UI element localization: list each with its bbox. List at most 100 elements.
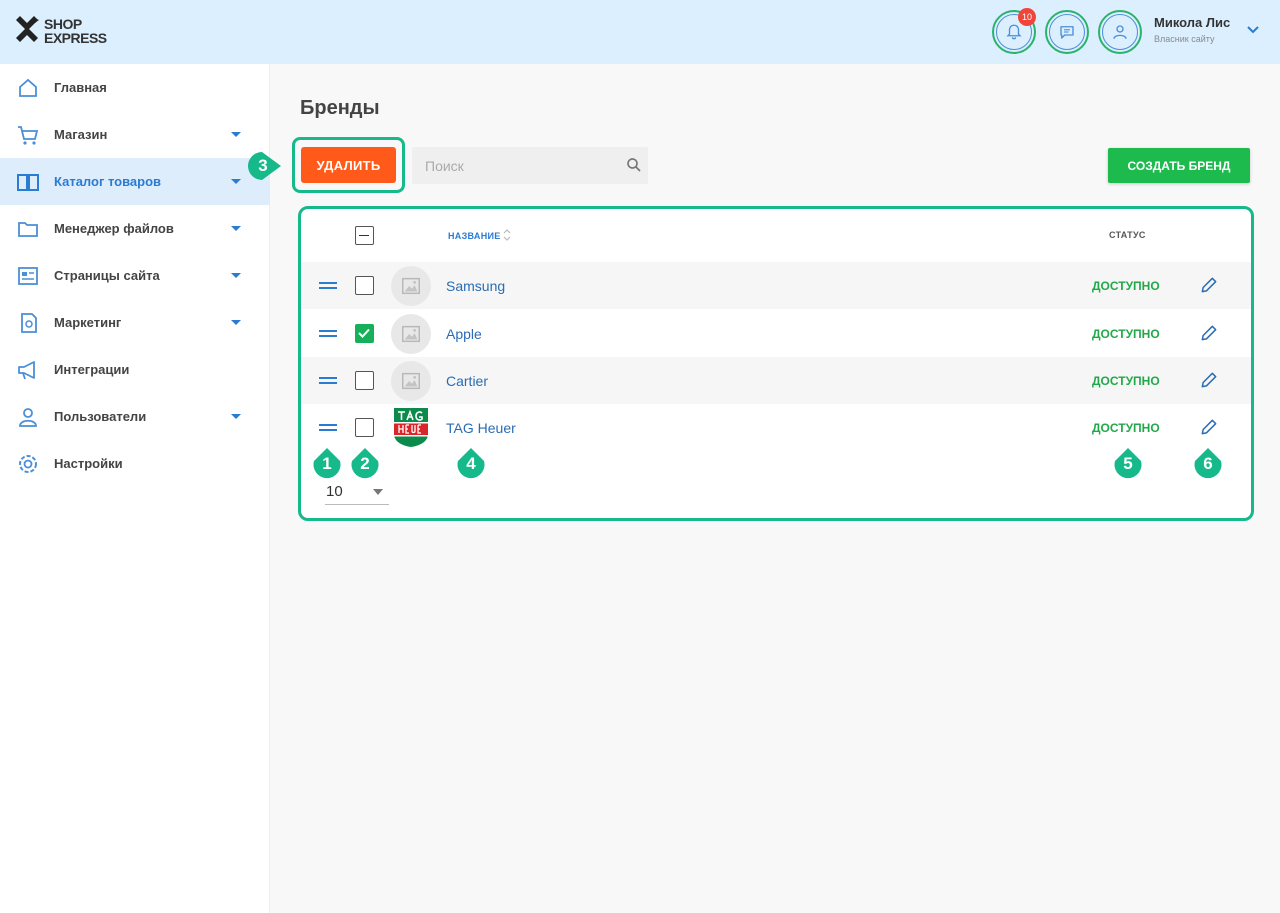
- search-input[interactable]: [412, 147, 648, 184]
- logo-mark-icon: [16, 16, 39, 42]
- sidebar-item-label: Менеджер файлов: [54, 221, 174, 236]
- row-checkbox[interactable]: [355, 324, 374, 343]
- brand-logo: [391, 314, 431, 354]
- annotation-label-2: 2: [360, 454, 370, 473]
- annotation-label-5: 5: [1123, 454, 1133, 473]
- status-badge: ДОСТУПНО: [1092, 327, 1160, 341]
- sidebar-item-label: Маркетинг: [54, 315, 122, 330]
- chevron-down-icon[interactable]: [230, 319, 242, 327]
- users-icon: [19, 408, 37, 427]
- drag-handle-icon[interactable]: [319, 377, 337, 384]
- pages-icon: [18, 267, 38, 285]
- sidebar-item-shop[interactable]: Магазин: [0, 111, 270, 158]
- table-row: TAG Heuer ДОСТУПНО: [301, 404, 1251, 451]
- sidebar-item-marketing[interactable]: Маркетинг: [0, 299, 270, 346]
- column-header-status: СТАТУС: [1109, 230, 1146, 240]
- image-placeholder-icon: [402, 372, 420, 390]
- logo-text: SHOP EXPRESS: [44, 17, 107, 45]
- page-title: Бренды: [300, 97, 380, 119]
- delete-button[interactable]: УДАЛИТЬ: [301, 147, 396, 183]
- checkmark-icon: [358, 328, 370, 338]
- cart-icon: [18, 126, 39, 145]
- edit-pencil-icon[interactable]: [1199, 370, 1219, 390]
- sidebar-item-label: Интеграции: [54, 362, 130, 377]
- home-icon: [19, 78, 37, 97]
- chevron-down-icon[interactable]: [230, 413, 242, 421]
- user-icon: [1113, 25, 1127, 39]
- brand-name-link[interactable]: Apple: [446, 326, 482, 342]
- drag-handle-icon[interactable]: [319, 282, 337, 289]
- sort-icon[interactable]: [503, 229, 511, 241]
- profile-button[interactable]: [1098, 10, 1142, 54]
- sidebar-item-users[interactable]: Пользователи: [0, 393, 270, 440]
- brand-logo: [391, 361, 431, 401]
- sidebar-item-label: Каталог товаров: [54, 174, 162, 189]
- chevron-down-icon[interactable]: [1246, 25, 1260, 35]
- chevron-down-icon[interactable]: [230, 178, 242, 186]
- annotation-label-4: 4: [466, 454, 476, 473]
- status-badge: ДОСТУПНО: [1092, 421, 1160, 435]
- notification-badge: 10: [1018, 8, 1036, 26]
- chevron-down-icon[interactable]: [230, 225, 242, 233]
- table-row: Apple ДОСТУПНО: [301, 310, 1251, 357]
- bell-icon: [1006, 24, 1022, 40]
- table-row: Samsung ДОСТУПНО: [301, 262, 1251, 309]
- row-checkbox[interactable]: [355, 371, 374, 390]
- chevron-down-icon[interactable]: [230, 131, 242, 139]
- sidebar-item-integrations[interactable]: Интеграции: [0, 346, 270, 393]
- logo[interactable]: SHOP EXPRESS: [14, 16, 107, 46]
- annotation-label-6: 6: [1203, 454, 1213, 473]
- status-badge: ДОСТУПНО: [1092, 279, 1160, 293]
- edit-pencil-icon[interactable]: [1199, 417, 1219, 437]
- sidebar-item-settings[interactable]: Настройки: [0, 440, 270, 487]
- user-role: Власник сайту: [1154, 34, 1215, 44]
- sidebar-item-catalog[interactable]: Каталог товаров: [0, 158, 270, 205]
- row-checkbox[interactable]: [355, 418, 374, 437]
- caret-down-icon: [373, 489, 383, 495]
- drag-handle-icon[interactable]: [319, 424, 337, 431]
- brand-name-link[interactable]: Cartier: [446, 373, 488, 389]
- sidebar-item-label: Главная: [54, 80, 107, 95]
- row-checkbox[interactable]: [355, 276, 374, 295]
- book-icon: [17, 174, 39, 191]
- image-placeholder-icon: [402, 277, 420, 295]
- image-placeholder-icon: [402, 325, 420, 343]
- sidebar-item-label: Настройки: [54, 456, 123, 471]
- edit-pencil-icon[interactable]: [1199, 323, 1219, 343]
- status-badge: ДОСТУПНО: [1092, 374, 1160, 388]
- column-header-name[interactable]: НАЗВАНИЕ: [448, 231, 501, 241]
- chevron-down-icon[interactable]: [230, 272, 242, 280]
- brand-name-link[interactable]: Samsung: [446, 278, 505, 294]
- user-name[interactable]: Микола Лис: [1154, 15, 1230, 30]
- sidebar-item-label: Пользователи: [54, 409, 147, 424]
- chat-icon: [1060, 26, 1074, 39]
- create-brand-button[interactable]: СОЗДАТЬ БРЕНД: [1108, 148, 1250, 183]
- per-page-select[interactable]: 10: [325, 481, 389, 505]
- sidebar-item-file-manager[interactable]: Менеджер файлов: [0, 205, 270, 252]
- logo-line2: EXPRESS: [44, 30, 107, 46]
- messages-ring: [1049, 14, 1085, 50]
- annotation-label-3: 3: [258, 156, 268, 175]
- table-row: Cartier ДОСТУПНО: [301, 357, 1251, 404]
- tag-heuer-logo-icon: [394, 408, 428, 447]
- sidebar-item-label: Магазин: [54, 127, 108, 142]
- search-icon[interactable]: [625, 156, 643, 174]
- top-header: SHOP EXPRESS 10 Микола Лис Власник сайту: [0, 0, 1280, 64]
- marketing-icon: [21, 313, 37, 333]
- megaphone-icon: [18, 361, 35, 380]
- notifications-button[interactable]: 10: [992, 8, 1036, 54]
- sidebar-item-pages[interactable]: Страницы сайта: [0, 252, 270, 299]
- search-box[interactable]: [412, 147, 648, 184]
- profile-ring: [1102, 14, 1138, 50]
- select-all-checkbox[interactable]: [355, 226, 374, 245]
- logo-line1: SHOP: [44, 16, 82, 32]
- messages-button[interactable]: [1045, 10, 1089, 54]
- brand-logo: [391, 266, 431, 306]
- sidebar-item-home[interactable]: Главная: [0, 64, 270, 111]
- annotation-label-1: 1: [322, 454, 332, 473]
- sidebar: Главная Магазин Каталог товаров Менеджер…: [0, 64, 270, 913]
- edit-pencil-icon[interactable]: [1199, 275, 1219, 295]
- brand-name-link[interactable]: TAG Heuer: [446, 420, 516, 436]
- drag-handle-icon[interactable]: [319, 330, 337, 337]
- folder-icon: [18, 222, 38, 237]
